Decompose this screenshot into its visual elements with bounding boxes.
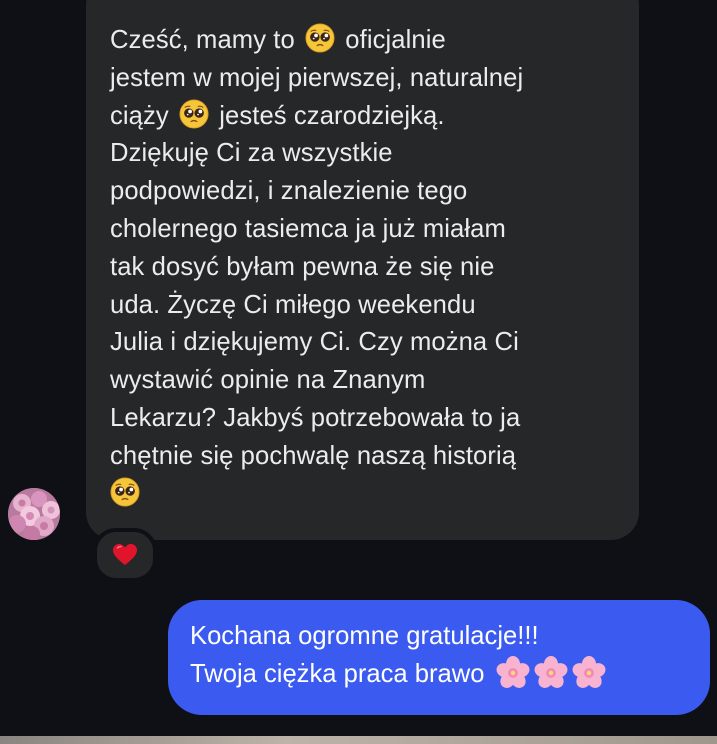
- chat-thread: Cześć, mamy to oficjalnie jestem w mojej…: [0, 0, 717, 744]
- outgoing-message-text: Kochana ogromne gratulacje!!! Twoja cięż…: [190, 618, 690, 694]
- heart-reaction[interactable]: [93, 528, 157, 582]
- message-text-part: jesteś czarodziejką. Dziękuję Ci za wszy…: [110, 101, 521, 470]
- cherry-blossom-emoji-icon: [534, 655, 568, 688]
- message-text-part: Cześć, mamy to: [110, 26, 303, 54]
- outgoing-line-2: Twoja ciężka praca brawo: [190, 659, 492, 688]
- incoming-message-bubble[interactable]: Cześć, mamy to oficjalnie jestem w mojej…: [86, 0, 639, 540]
- outgoing-line-1: Kochana ogromne gratulacje!!!: [190, 622, 539, 650]
- pleading-face-emoji-icon: [110, 477, 140, 507]
- flower-avatar-icon: [8, 488, 60, 540]
- pleading-face-emoji-icon: [179, 99, 209, 129]
- pleading-face-emoji-icon: [305, 23, 335, 53]
- sender-avatar[interactable]: [8, 488, 60, 540]
- cherry-blossom-emoji-icon: [496, 655, 530, 688]
- cherry-blossom-emoji-icon: [572, 655, 606, 688]
- heart-icon: [113, 544, 137, 565]
- bottom-edge-strip: [0, 736, 717, 744]
- outgoing-message-bubble[interactable]: Kochana ogromne gratulacje!!! Twoja cięż…: [168, 600, 710, 715]
- incoming-message-text: Cześć, mamy to oficjalnie jestem w mojej…: [110, 22, 619, 513]
